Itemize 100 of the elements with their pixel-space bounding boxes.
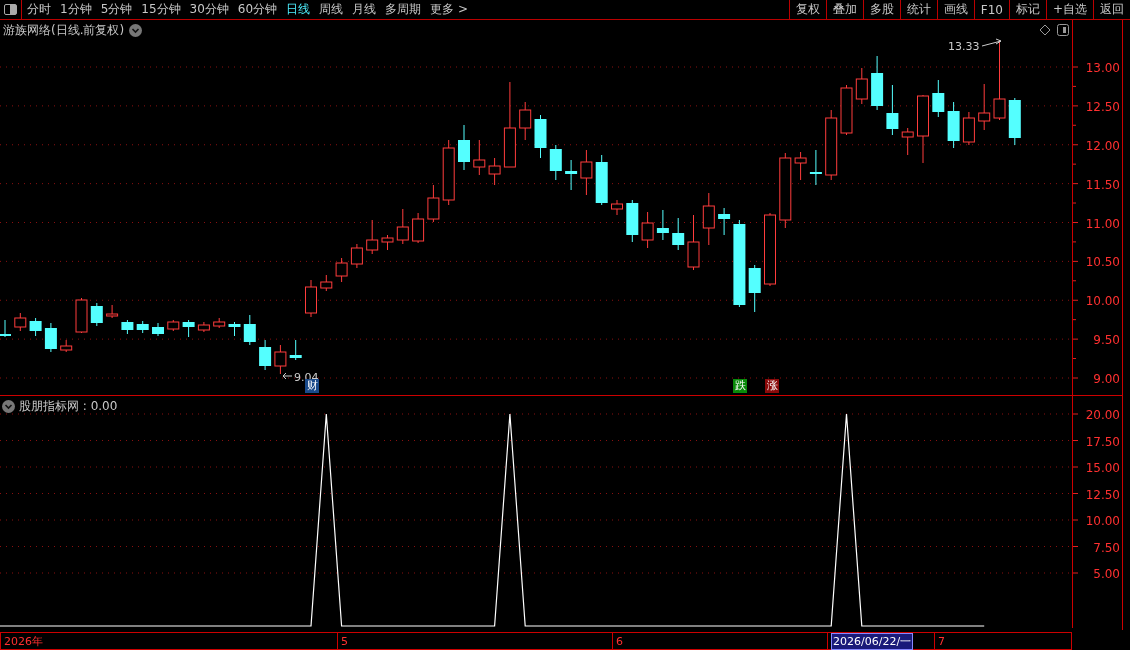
candle [855, 67, 868, 105]
candle [167, 319, 180, 332]
candle [641, 211, 654, 249]
axis-label: 5.00 [1093, 567, 1120, 581]
candle [136, 320, 149, 334]
period-tab[interactable]: 更多 > [425, 0, 472, 19]
date-label: 6 [616, 634, 623, 648]
candle [580, 149, 593, 196]
date-label: 7 [938, 634, 945, 648]
candle [565, 159, 578, 191]
period-tab[interactable]: 30分钟 [184, 0, 233, 19]
event-marker[interactable]: 涨 [765, 379, 779, 393]
panel-icon [4, 4, 17, 15]
candle [549, 144, 562, 181]
candle [44, 322, 57, 353]
candle [473, 139, 486, 176]
candle [534, 114, 547, 159]
period-tab[interactable]: 多周期 [380, 0, 426, 19]
candle [932, 79, 945, 118]
period-tab[interactable]: 周线 [314, 0, 348, 19]
candle [381, 234, 394, 251]
period-tab[interactable]: 1分钟 [55, 0, 96, 19]
candle [228, 321, 241, 337]
candle [886, 84, 899, 136]
date-label: 2026/06/22/一 [831, 632, 914, 650]
axis-label: 9.00 [1093, 372, 1120, 386]
axis-label: 17.50 [1085, 434, 1120, 449]
candle [274, 344, 287, 375]
candle [947, 101, 960, 149]
period-tab[interactable]: 60分钟 [232, 0, 282, 19]
candle [809, 149, 822, 186]
axis-label: 15.00 [1085, 461, 1120, 475]
period-tab[interactable]: 日线 [281, 0, 315, 19]
date-label: 5 [341, 634, 348, 648]
axis-label: 20.00 [1085, 408, 1120, 422]
arrow-icon [282, 372, 293, 380]
axis-label: 12.00 [1085, 138, 1120, 153]
candle [595, 154, 608, 206]
arrow-icon [981, 38, 1002, 47]
panel-icon[interactable] [1057, 24, 1069, 36]
candle [427, 184, 440, 223]
candle [213, 317, 226, 329]
candle [687, 214, 700, 271]
candle [396, 208, 409, 245]
candle [794, 151, 807, 181]
candle [488, 157, 501, 186]
candle [29, 317, 42, 337]
candle [611, 199, 623, 216]
candle [289, 339, 302, 361]
candle [152, 322, 164, 337]
candle [702, 192, 715, 246]
chart-title: 游族网络(日线.前复权) [3, 22, 125, 39]
candle [121, 319, 134, 335]
axis-label: 11.50 [1085, 177, 1120, 192]
high-price-label: 13.33 [948, 40, 980, 53]
axis-label: 12.50 [1085, 487, 1120, 502]
dropdown-icon[interactable] [129, 24, 143, 37]
candle [978, 83, 991, 131]
candle [243, 314, 256, 346]
candle [197, 321, 210, 333]
candle [458, 124, 470, 171]
candle [75, 297, 88, 334]
candle [626, 199, 639, 243]
indicator-title: 股朋指标网 : 0.00 [19, 398, 118, 415]
candle [519, 101, 532, 141]
axis-label: 12.50 [1085, 99, 1120, 114]
candle [60, 339, 73, 353]
dropdown-icon[interactable] [2, 400, 15, 413]
candle [962, 111, 975, 146]
candle [106, 304, 119, 319]
candle [335, 257, 348, 283]
candle [656, 209, 669, 241]
candle [0, 319, 11, 338]
candle [917, 94, 929, 164]
axis-label: 10.00 [1085, 514, 1120, 528]
candle [901, 127, 914, 156]
candle [320, 274, 333, 292]
axis-label: 9.50 [1093, 333, 1120, 348]
candle [748, 264, 761, 313]
candle [90, 302, 103, 327]
period-tab[interactable]: 分时 [22, 0, 55, 19]
axis-label: 7.50 [1093, 540, 1120, 555]
period-tab[interactable]: 15分钟 [136, 0, 185, 19]
candle [1008, 97, 1021, 146]
candle [259, 339, 272, 371]
candle [718, 207, 731, 236]
diamond-icon[interactable] [1039, 24, 1051, 36]
axis-label: 10.00 [1085, 294, 1120, 309]
candle [182, 319, 195, 338]
candle [350, 243, 363, 269]
candle [305, 279, 317, 318]
period-tab[interactable]: 5分钟 [95, 0, 137, 19]
event-marker[interactable]: 跌 [733, 379, 747, 393]
candle [672, 217, 685, 251]
candle [366, 219, 379, 255]
axis-label: 10.50 [1085, 255, 1120, 270]
axis-label: 11.00 [1085, 216, 1120, 231]
candle [14, 312, 27, 332]
period-tab[interactable]: 月线 [347, 0, 381, 19]
candle [412, 212, 425, 244]
